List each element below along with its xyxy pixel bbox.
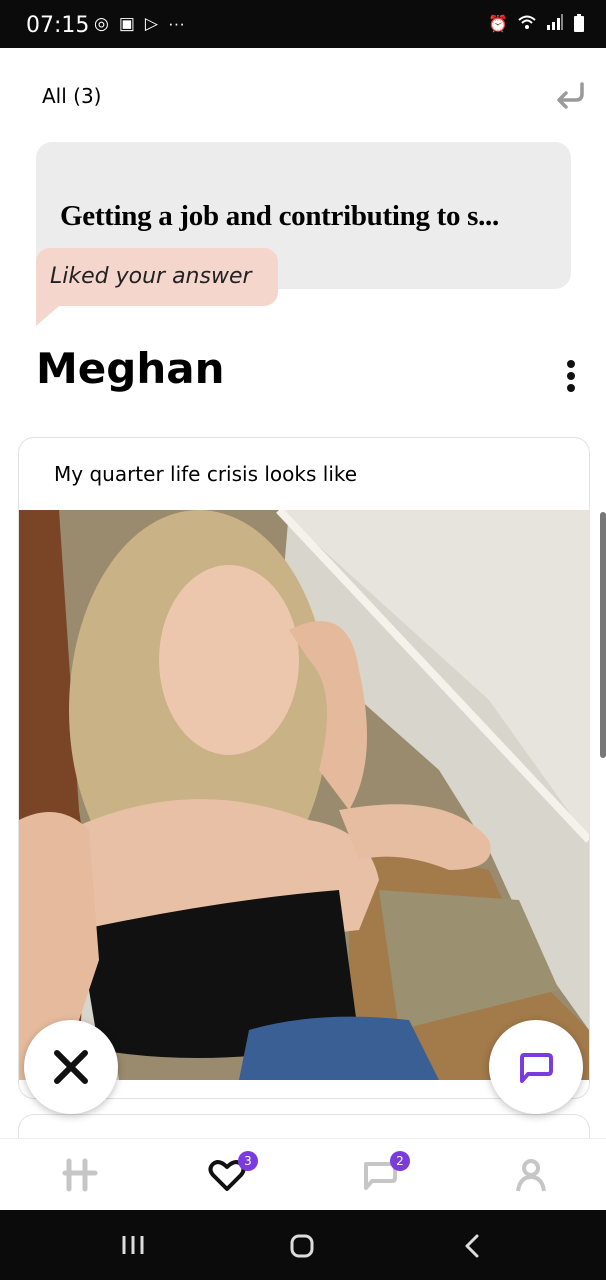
- reject-button[interactable]: [24, 1020, 118, 1114]
- gallery-icon: ▣: [118, 14, 135, 33]
- nav-home[interactable]: [56, 1153, 106, 1197]
- prompt-question: My quarter life crisis looks like: [54, 462, 358, 486]
- nav-likes[interactable]: 3: [202, 1151, 258, 1197]
- status-system-icons: ⏰: [488, 14, 584, 34]
- profile-photo[interactable]: [19, 510, 589, 1080]
- alarm-icon: ⏰: [488, 16, 508, 33]
- battery-icon: [574, 14, 584, 32]
- vertical-dots-icon[interactable]: [560, 360, 582, 398]
- signal-icon: [547, 14, 563, 30]
- more-dots-icon: ···: [167, 14, 185, 33]
- wifi-icon: [518, 15, 536, 29]
- close-icon: [54, 1050, 88, 1084]
- profile-name: Meghan: [36, 344, 225, 393]
- likes-badge: 3: [238, 1151, 258, 1171]
- liked-your-answer-label: Liked your answer: [50, 264, 252, 289]
- system-nav: [0, 1210, 606, 1280]
- back-icon[interactable]: [462, 1233, 482, 1259]
- status-notification-icons: ◎ ▣ ▷ ···: [94, 14, 185, 34]
- home-icon[interactable]: [289, 1233, 315, 1259]
- nav-profile[interactable]: [506, 1153, 556, 1197]
- liked-answer-text: Getting a job and contributing to s...: [60, 200, 499, 232]
- chat-bubble-icon: [520, 1053, 553, 1083]
- bottom-nav: 3 2: [0, 1138, 606, 1211]
- matches-badge: 2: [390, 1151, 410, 1171]
- scroll-indicator[interactable]: [600, 512, 606, 758]
- status-time: 07:15: [26, 13, 90, 38]
- recents-icon[interactable]: [120, 1234, 146, 1256]
- return-arrow-icon[interactable]: [552, 78, 588, 114]
- filter-all-label[interactable]: All (3): [42, 84, 101, 108]
- nav-matches[interactable]: 2: [354, 1151, 410, 1197]
- instagram-icon: ◎: [94, 14, 109, 33]
- liked-your-answer-bubble: Liked your answer: [36, 248, 278, 306]
- status-bar: 07:15 ◎ ▣ ▷ ··· ⏰: [0, 0, 606, 48]
- play-store-icon: ▷: [144, 14, 158, 33]
- person-icon: [516, 1159, 546, 1192]
- prompt-card: My quarter life crisis looks like: [18, 437, 590, 1099]
- hinge-logo-icon: [62, 1158, 98, 1192]
- comment-button[interactable]: [489, 1020, 583, 1114]
